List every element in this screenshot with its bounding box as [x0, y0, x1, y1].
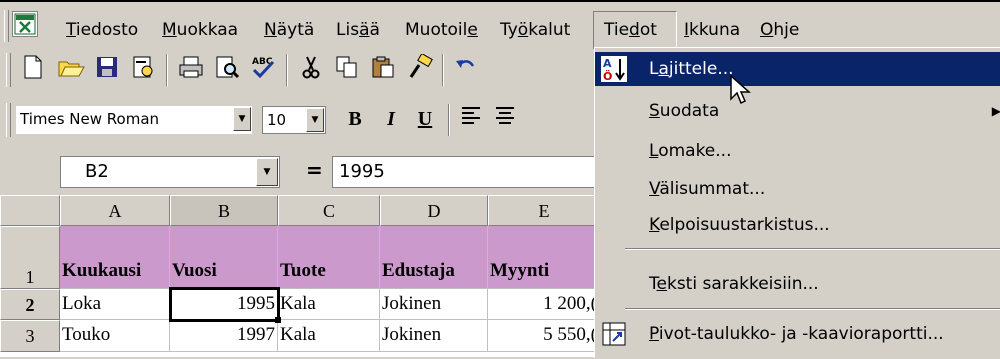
formula-equals[interactable]: =	[306, 158, 323, 182]
pivot-table-icon	[601, 321, 627, 347]
table-cell[interactable]: Kala	[278, 289, 380, 320]
menu-separator	[625, 308, 1000, 310]
format-painter-icon[interactable]	[404, 52, 434, 84]
column-header-a[interactable]: A	[60, 195, 170, 226]
align-left-icon[interactable]	[456, 104, 486, 134]
copy-icon[interactable]	[332, 54, 362, 84]
paste-icon[interactable]	[368, 54, 398, 84]
formula-value: 1995	[339, 161, 385, 182]
print-preview-icon[interactable]	[212, 54, 242, 84]
menu-item-kelpoisuustarkistus[interactable]: Kelpoisuustarkistus...	[595, 208, 1000, 242]
chevron-down-icon[interactable]: ▼	[233, 107, 251, 131]
mouse-cursor-icon	[730, 75, 751, 105]
table-cell[interactable]: 1 200,(	[488, 289, 600, 320]
name-box-value: B2	[85, 161, 109, 182]
formula-bar: B2 ▼ = 1995	[0, 150, 600, 192]
print-icon[interactable]	[176, 54, 206, 84]
underline-button[interactable]: U	[410, 104, 440, 134]
menu-muokkaa[interactable]: Muokkaa	[162, 20, 238, 40]
permission-icon[interactable]	[128, 54, 158, 84]
font-size-combo[interactable]: 10 ▼	[262, 106, 326, 134]
table-cell[interactable]: Loka	[60, 289, 170, 320]
font-name-combo[interactable]: Times New Roman ▼	[16, 106, 252, 134]
table-cell[interactable]: Kala	[278, 320, 380, 352]
submenu-arrow-icon: ▶	[991, 104, 1000, 118]
menu-tiedosto[interactable]: Tiedosto	[66, 20, 138, 40]
fill-handle[interactable]	[275, 317, 281, 323]
table-cell[interactable]: Kuukausi	[60, 226, 170, 289]
toolbar-grip[interactable]	[6, 53, 11, 87]
column-header-e[interactable]: E	[488, 195, 600, 226]
menubar-grip[interactable]	[4, 10, 9, 42]
table-cell[interactable]: Jokinen	[380, 320, 488, 352]
save-icon[interactable]	[92, 54, 122, 84]
menu-bar: Tiedosto Muokkaa Näytä Lisää Muotoile Ty…	[0, 0, 1000, 49]
menu-tyokalut[interactable]: Työkalut	[500, 20, 570, 40]
toolbar-separator	[166, 54, 168, 86]
toolbar-separator	[286, 54, 288, 86]
spelling-icon[interactable]: ABC	[248, 54, 278, 84]
menu-muotoile[interactable]: Muotoile	[405, 20, 478, 40]
name-box[interactable]: B2 ▼	[60, 156, 280, 188]
menu-ohje[interactable]: Ohje	[760, 20, 799, 40]
column-header-c[interactable]: C	[278, 195, 380, 226]
menu-tiedot[interactable]: Tiedot	[604, 20, 657, 40]
menu-nayta[interactable]: Näytä	[264, 20, 314, 40]
menu-item-lajittele[interactable]: A Ö Lajittele...	[595, 52, 1000, 86]
table-cell[interactable]: Touko	[60, 320, 170, 352]
font-name-value: Times New Roman	[20, 110, 160, 128]
spreadsheet-grid: A B C D E 1 Kuukausi Vuosi Tuote Edustaj…	[0, 195, 600, 357]
row-header-1[interactable]: 1	[0, 226, 60, 289]
column-header-b[interactable]: B	[170, 195, 278, 226]
table-cell[interactable]: Myynti	[488, 226, 600, 289]
svg-text:A: A	[603, 57, 612, 70]
table-cell-selected[interactable]: 1995	[170, 289, 278, 320]
select-all-corner[interactable]	[0, 195, 60, 226]
bold-button[interactable]: B	[340, 104, 370, 134]
standard-toolbar: ABC	[0, 48, 600, 92]
menu-lisaa[interactable]: Lisää	[336, 20, 380, 40]
new-icon[interactable]	[18, 54, 48, 84]
formula-input[interactable]: 1995	[332, 156, 600, 188]
menu-item-pivot[interactable]: Pivot-taulukko- ja -kaavioraportti...	[595, 317, 1000, 351]
menu-item-lomake[interactable]: Lomake...	[595, 134, 1000, 168]
toolbar-separator	[448, 104, 450, 136]
table-cell[interactable]: 1997	[170, 320, 278, 352]
table-cell[interactable]: Tuote	[278, 226, 380, 289]
table-cell[interactable]: Jokinen	[380, 289, 488, 320]
menu-ikkuna[interactable]: Ikkuna	[684, 20, 740, 40]
chevron-down-icon[interactable]: ▼	[306, 108, 324, 132]
row-header-3[interactable]: 3	[0, 320, 60, 352]
table-cell[interactable]: 5 550,(	[488, 320, 600, 352]
italic-button[interactable]: I	[376, 104, 406, 134]
menu-item-teksti-sarakkeisiin[interactable]: Teksti sarakkeisiin...	[595, 267, 1000, 301]
excel-icon[interactable]	[12, 11, 38, 37]
toolbar-grip[interactable]	[6, 103, 11, 137]
column-header-d[interactable]: D	[380, 195, 488, 226]
cut-icon[interactable]	[296, 54, 326, 84]
table-cell[interactable]: Vuosi	[170, 226, 278, 289]
menu-separator	[625, 248, 1000, 250]
undo-icon[interactable]	[450, 54, 480, 84]
align-center-icon[interactable]	[490, 104, 520, 134]
toolbar-separator	[442, 54, 444, 86]
menu-item-suodata[interactable]: Suodata ▶	[595, 94, 1000, 128]
table-cell[interactable]: Edustaja	[380, 226, 488, 289]
open-icon[interactable]	[56, 54, 86, 84]
chevron-down-icon[interactable]: ▼	[256, 158, 278, 186]
sort-ascending-icon: A Ö	[601, 56, 627, 83]
svg-text:Ö: Ö	[603, 69, 612, 82]
font-size-value: 10	[267, 111, 287, 129]
tiedot-dropdown-menu: A Ö Lajittele... Suodata ▶ Lomake... Väl…	[594, 47, 1000, 358]
row-header-2[interactable]: 2	[0, 289, 60, 320]
menu-item-valisummat[interactable]: Välisummat...	[595, 172, 1000, 206]
formatting-toolbar: Times New Roman ▼ 10 ▼ B I U	[0, 98, 600, 142]
